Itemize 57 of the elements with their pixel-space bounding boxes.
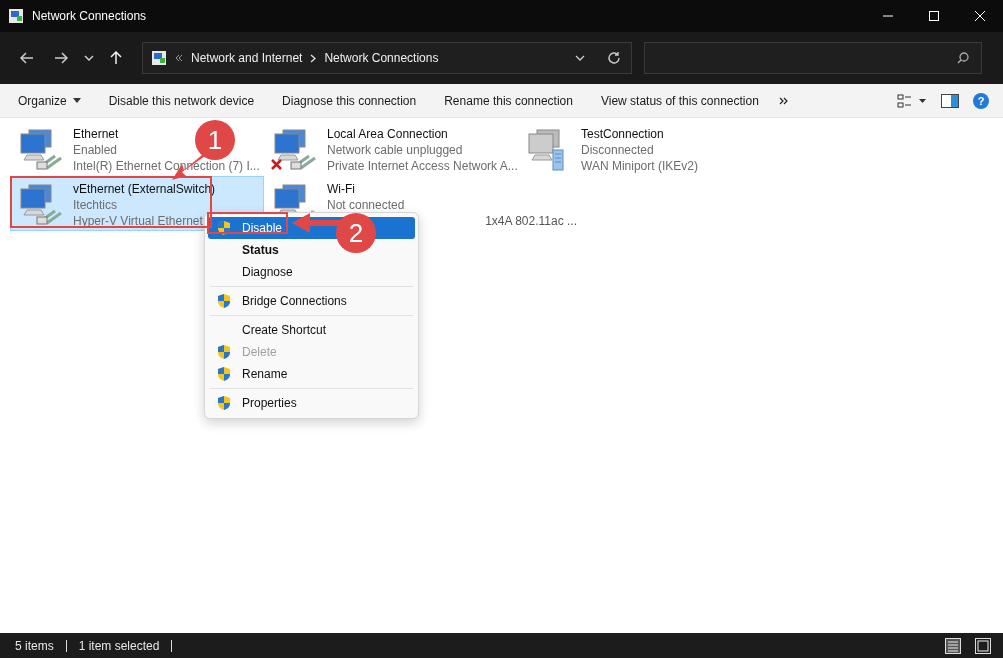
address-bar[interactable]: Network and Internet Network Connections xyxy=(142,42,632,74)
command-button[interactable]: View status of this connection xyxy=(586,89,773,112)
selection-count: 1 item selected xyxy=(78,638,160,653)
breadcrumb-item[interactable]: Network Connections xyxy=(324,51,439,65)
menu-item[interactable]: Create Shortcut xyxy=(208,319,415,341)
menu-item[interactable]: Bridge Connections xyxy=(208,290,415,312)
close-icon xyxy=(975,11,985,21)
search-field[interactable] xyxy=(644,42,982,74)
command-button[interactable]: Organize xyxy=(4,89,95,112)
connection-description: WAN Miniport (IKEv2) xyxy=(581,158,698,174)
connection-status: Network cable unplugged xyxy=(327,142,463,158)
double-chevron-icon xyxy=(175,54,183,62)
menu-item[interactable]: Properties xyxy=(208,392,415,414)
connection-name: Local Area Connection xyxy=(327,126,448,142)
menu-item[interactable]: Rename xyxy=(208,363,415,385)
details-view-icon[interactable] xyxy=(945,637,961,654)
connection-description: Hyper-V Virtual Ethernet xyxy=(73,213,203,229)
view-options-icon[interactable] xyxy=(897,93,927,108)
window-title: Network Connections xyxy=(32,9,147,23)
network-folder-icon xyxy=(8,8,24,24)
connection-name: Wi-Fi xyxy=(327,181,355,197)
shield-icon xyxy=(216,395,232,411)
search-icon xyxy=(957,52,969,64)
double-chevron-right-icon[interactable] xyxy=(778,96,788,105)
menu-item[interactable]: Diagnose xyxy=(208,261,415,283)
preview-pane-icon[interactable] xyxy=(941,93,959,108)
connection-description: 1x4A 802.11ac ... xyxy=(484,213,577,229)
up-arrow-icon[interactable] xyxy=(110,51,122,65)
connection-description: Private Internet Access Network A... xyxy=(327,158,518,174)
connection-status: Enabled xyxy=(73,142,118,158)
connection-status: Itechtics xyxy=(73,197,117,213)
chevron-down-icon[interactable] xyxy=(575,55,585,61)
refresh-icon[interactable] xyxy=(607,51,621,65)
maximize-icon xyxy=(929,11,939,21)
back-arrow-icon[interactable] xyxy=(20,52,34,64)
network-folder-icon xyxy=(151,50,167,66)
chevron-down-icon[interactable] xyxy=(84,55,94,61)
step-number-badge: 1 xyxy=(195,120,235,160)
connection-item[interactable]: TestConnection Disconnected WAN Miniport (IKEv2) xyxy=(518,121,772,176)
breadcrumb-item[interactable]: Network and Internet xyxy=(191,51,303,65)
connection-name: Ethernet xyxy=(73,126,119,142)
command-button[interactable]: Diagnose this connection xyxy=(268,89,431,112)
shield-icon xyxy=(216,366,232,382)
shield-icon xyxy=(216,293,232,309)
command-button[interactable]: Rename this connection xyxy=(430,89,587,112)
connection-item[interactable]: Local Area Connection Network cable unplugged Private Internet Access Network A... xyxy=(264,121,518,176)
connection-status: Disconnected xyxy=(581,142,654,158)
connection-name: TestConnection xyxy=(581,126,664,142)
chevron-right-icon xyxy=(310,53,317,63)
item-count: 5 items xyxy=(15,638,54,653)
shield-icon xyxy=(216,344,232,360)
connection-status: Not connected xyxy=(327,197,405,213)
large-icons-view-icon[interactable] xyxy=(975,637,991,654)
help-button[interactable]: ? xyxy=(973,92,989,109)
forward-arrow-icon[interactable] xyxy=(54,52,68,64)
shield-icon xyxy=(216,220,232,236)
command-button[interactable]: Disable this network device xyxy=(94,89,269,112)
